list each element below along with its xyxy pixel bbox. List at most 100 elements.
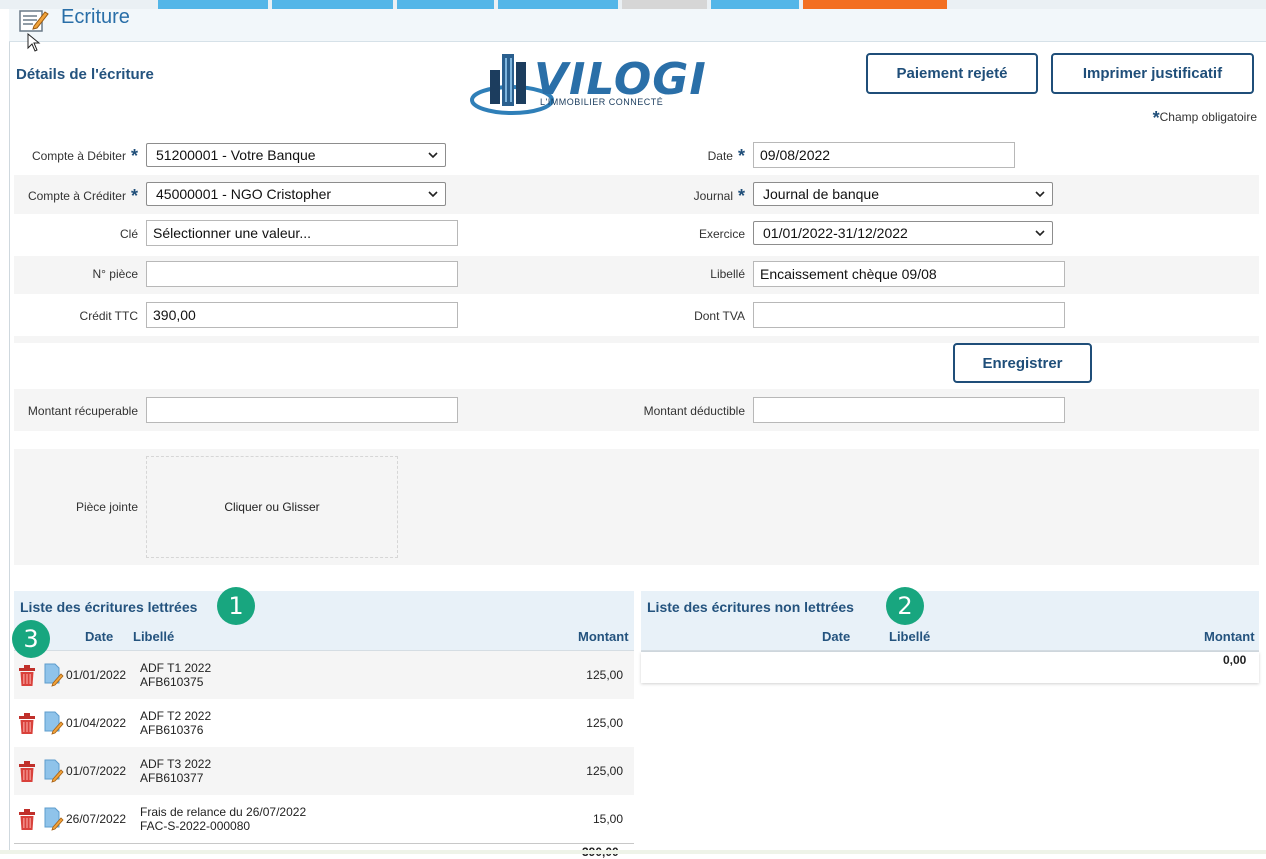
non-lettrees-total-row [641,652,1259,683]
compte-crediter-select[interactable]: 45000001 - NGO Cristopher [146,182,446,206]
bottom-strip [0,850,1266,854]
chevron-down-icon [428,191,438,198]
tab-segment[interactable] [711,0,799,9]
row-libelle: ADF T2 2022 [140,709,212,723]
row-date: 01/04/2022 [66,716,127,730]
dont-tva-input[interactable] [753,302,1065,328]
edit-document-icon [19,10,49,32]
row-libelle: ADF T1 2022 [140,661,212,675]
libelle-input[interactable]: Encaissement chèque 09/08 [753,261,1065,287]
row-libelle: ADF T3 2022 [140,757,212,771]
non-lettrees-col-libelle[interactable]: Libellé [889,629,930,644]
required-star-icon: * [130,186,138,206]
compte-debiter-label-text: Compte à Débiter [31,149,126,163]
row-reference: AFB610376 [140,723,204,737]
trash-icon[interactable] [18,713,36,735]
tab-segment[interactable] [158,0,268,9]
top-tab-strip [0,0,1266,9]
date-label: Date * [600,146,745,167]
num-piece-label: N° pièce [92,267,139,281]
non-lettrees-title: Liste des écritures non lettrées [647,599,854,615]
compte-crediter-value: 45000001 - NGO Cristopher [156,186,332,202]
trash-icon[interactable] [18,665,36,687]
row-reference: AFB610375 [140,675,204,689]
imprimer-justificatif-button[interactable]: Imprimer justificatif [1051,53,1254,94]
compte-debiter-select[interactable]: 51200001 - Votre Banque [146,143,446,167]
non-lettrees-col-date[interactable]: Date [822,629,850,644]
row-montant: 125,00 [586,764,623,778]
annotation-badge-3: 3 [12,620,50,658]
chevron-down-icon [428,152,438,159]
paiement-rejete-button[interactable]: Paiement rejeté [866,53,1038,94]
required-star-icon: * [130,146,138,166]
montant-deductible-label: Montant déductible [643,404,745,418]
trash-icon[interactable] [18,761,36,783]
non-lettrees-col-montant[interactable]: Montant [1204,629,1255,644]
credit-ttc-input[interactable]: 390,00 [146,302,458,328]
compte-crediter-label: Compte à Créditer * [14,186,138,207]
edit-document-icon[interactable] [44,807,64,831]
row-reference: FAC-S-2022-000080 [140,819,251,833]
dont-tva-label: Dont TVA [694,309,745,323]
table-row[interactable]: 26/07/2022 Frais de relance du 26/07/2022… [14,795,634,843]
table-row[interactable]: 01/04/2022 ADF T2 2022 AFB610376 125,00 [14,699,634,747]
tab-segment[interactable] [498,0,618,9]
montant-recuperable-label: Montant récuperable [27,404,138,418]
exercice-value: 01/01/2022-31/12/2022 [763,225,908,241]
non-lettrees-total: 0,00 [1223,653,1247,667]
vilogi-logo: VILOGI L'IMMOBILIER CONNECTÉ [470,48,710,120]
chevron-down-icon [1035,230,1045,237]
form-row-bg [14,336,1259,343]
exercice-select[interactable]: 01/01/2022-31/12/2022 [753,221,1053,245]
journal-value: Journal de banque [763,186,879,202]
tab-segment[interactable] [272,0,393,9]
tab-segment-active[interactable] [803,0,947,9]
section-title: Détails de l'écriture [16,66,154,83]
lettrees-col-date[interactable]: Date [85,629,113,644]
row-date: 26/07/2022 [66,812,127,826]
edit-document-icon[interactable] [44,759,64,783]
required-star-icon: * [737,186,745,206]
row-montant: 125,00 [586,716,623,730]
journal-label: Journal * [600,186,745,207]
required-star-icon: * [737,146,745,166]
chevron-down-icon [1035,191,1045,198]
row-reference: AFB610377 [140,771,204,785]
cle-input[interactable]: Sélectionner une valeur... [146,220,458,246]
required-note: *Champ obligatoire [1153,108,1257,129]
logo-tagline: L'IMMOBILIER CONNECTÉ [540,97,664,107]
table-row[interactable]: 01/07/2022 ADF T3 2022 AFB610377 125,00 [14,747,634,795]
compte-crediter-label-text: Compte à Créditer [27,189,126,203]
row-date: 01/07/2022 [66,764,127,778]
annotation-badge-1: 1 [217,587,255,625]
compte-debiter-label: Compte à Débiter * [14,146,138,167]
libelle-label: Libellé [710,267,745,281]
date-label-text: Date [707,149,733,163]
tab-segment[interactable] [397,0,494,9]
lettrees-col-libelle[interactable]: Libellé [133,629,174,644]
tab-segment[interactable] [622,0,707,9]
table-row[interactable]: 01/01/2022 ADF T1 2022 AFB610375 125,00 [14,651,634,699]
lettrees-footer-line [14,843,634,844]
row-montant: 125,00 [586,668,623,682]
file-dropzone[interactable]: Cliquer ou Glisser [146,456,398,558]
row-date: 01/01/2022 [66,668,127,682]
edit-document-icon[interactable] [44,663,64,687]
trash-icon[interactable] [18,809,36,831]
date-input[interactable]: 09/08/2022 [753,142,1015,168]
cle-label: Clé [119,227,138,241]
compte-debiter-value: 51200001 - Votre Banque [156,147,316,163]
edit-document-icon[interactable] [44,711,64,735]
credit-ttc-label: Crédit TTC [79,309,138,323]
montant-deductible-input[interactable] [753,397,1065,423]
window-titlebar [9,9,1266,42]
enregistrer-button[interactable]: Enregistrer [953,343,1092,383]
lettrees-col-montant[interactable]: Montant [578,629,629,644]
required-star-icon: * [1152,108,1160,128]
journal-select[interactable]: Journal de banque [753,182,1053,206]
num-piece-input[interactable] [146,261,458,287]
montant-recuperable-input[interactable] [146,397,458,423]
window-title: Ecriture [61,6,130,28]
journal-label-text: Journal [693,189,733,203]
cursor-icon [27,33,41,52]
